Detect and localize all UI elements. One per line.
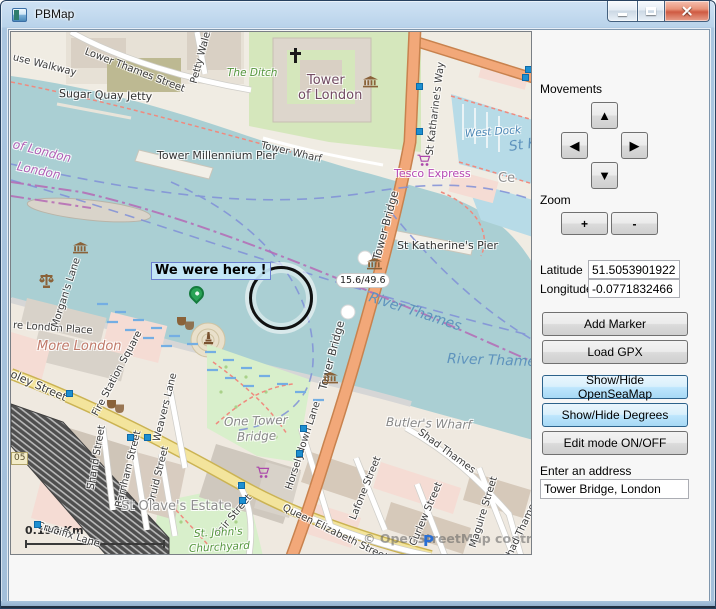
screenshot: PBMap [0, 0, 716, 609]
map-label: Shad Thames [502, 498, 532, 555]
latitude-input[interactable] [588, 260, 680, 279]
map-pin-marker[interactable] [186, 283, 207, 304]
road-shield: 05 [11, 452, 28, 465]
longitude-label: Longitude [540, 282, 593, 296]
zoom-in-button[interactable]: + [561, 212, 608, 235]
map-overlay: We were here ! 15.6/49.6 05 0.190 Km © O… [11, 32, 531, 554]
map-label: St. John's [194, 526, 243, 540]
map-label: Sugar Quay Jetty [59, 88, 153, 103]
close-button[interactable] [665, 1, 710, 22]
marker-label: We were here ! [151, 262, 271, 280]
bridge-clearance-label: 15.6/49.6 [336, 273, 390, 288]
movements-label: Movements [540, 82, 602, 96]
map-label: Weavers Lane [152, 372, 180, 443]
map-label: River Thames [447, 352, 532, 371]
edit-handle[interactable] [238, 482, 245, 489]
map-label: Shand Street [86, 424, 108, 490]
map-label: Barnham Street [114, 429, 144, 508]
map-label: Queen Elizabeth Street [281, 503, 390, 555]
window-title: PBMap [35, 7, 74, 21]
longitude-input[interactable] [588, 279, 680, 298]
move-down-button[interactable]: ▼ [591, 162, 618, 189]
edit-handle[interactable] [144, 434, 151, 441]
edit-mode-button[interactable]: Edit mode ON/OFF [542, 431, 688, 455]
map-label: oley Street [10, 369, 68, 404]
address-label: Enter an address [540, 464, 631, 478]
map-view[interactable]: We were here ! 15.6/49.6 05 0.190 Km © O… [10, 31, 532, 555]
edit-handle[interactable] [296, 450, 303, 457]
map-attribution: © OpenStreetMap contributors [363, 532, 532, 546]
edit-handle[interactable] [34, 521, 41, 528]
map-label: St Katharine's Way [425, 61, 447, 156]
map-label: Tower Millennium Pier [157, 150, 277, 162]
app-window: PBMap [0, 0, 716, 609]
parking-icon: P [423, 532, 434, 550]
edit-handle[interactable] [416, 128, 423, 135]
map-label: of London [298, 89, 362, 103]
move-left-button[interactable]: ◀ [561, 132, 588, 159]
map-label: Druid Street [146, 445, 171, 507]
add-marker-button[interactable]: Add Marker [542, 312, 688, 336]
show-hide-openseamap-button[interactable]: Show/Hide OpenSeaMap [542, 375, 688, 399]
edit-handle[interactable] [416, 83, 423, 90]
map-label: Churchyard [189, 541, 251, 555]
map-label: Butler's Wharf [386, 416, 472, 432]
show-hide-degrees-button[interactable]: Show/Hide Degrees [542, 403, 688, 427]
map-label: One Tower [224, 414, 288, 429]
minimize-icon [618, 13, 627, 16]
app-icon [12, 8, 27, 22]
move-up-button[interactable]: ▲ [591, 102, 618, 129]
load-gpx-button[interactable]: Load GPX [542, 340, 688, 364]
map-label: St Katherine's Pier [397, 240, 498, 252]
map-label: use Walkway [12, 52, 78, 78]
map-label: Shad Thames [416, 427, 478, 476]
map-label: The Ditch [227, 68, 277, 80]
map-label: Tesco Express [394, 168, 471, 180]
latitude-label: Latitude [540, 263, 583, 277]
map-label: St Olave's Estate [121, 500, 232, 514]
maximize-icon [646, 7, 656, 15]
edit-handle[interactable] [66, 390, 73, 397]
edit-handle[interactable] [300, 425, 307, 432]
map-label: Ce [498, 172, 515, 186]
address-input[interactable] [540, 479, 689, 499]
maximize-button[interactable] [637, 1, 665, 22]
map-label: Lafone Street [348, 455, 383, 522]
title-bar[interactable]: PBMap [1, 1, 715, 29]
client-area: We were here ! 15.6/49.6 05 0.190 Km © O… [8, 29, 710, 603]
close-icon [681, 5, 693, 17]
map-label: More London [37, 340, 122, 354]
edit-handle[interactable] [522, 74, 529, 81]
move-right-button[interactable]: ▶ [621, 132, 648, 159]
map-label: Petty Wales [189, 31, 215, 85]
map-label: Horselydown Lane [284, 400, 323, 491]
map-label: Tower [307, 74, 345, 88]
minimize-button[interactable] [607, 1, 637, 22]
map-label: Morgan's Lane [50, 257, 83, 330]
map-label: St Ka [508, 135, 532, 155]
map-label: Bridge [237, 430, 277, 445]
edit-handle[interactable] [239, 497, 246, 504]
map-label: River Thames [367, 290, 463, 334]
map-label: London [16, 160, 62, 182]
edit-handle[interactable] [127, 434, 134, 441]
zoom-out-button[interactable]: - [611, 212, 658, 235]
zoom-label: Zoom [540, 193, 571, 207]
edit-handle[interactable] [525, 66, 532, 73]
